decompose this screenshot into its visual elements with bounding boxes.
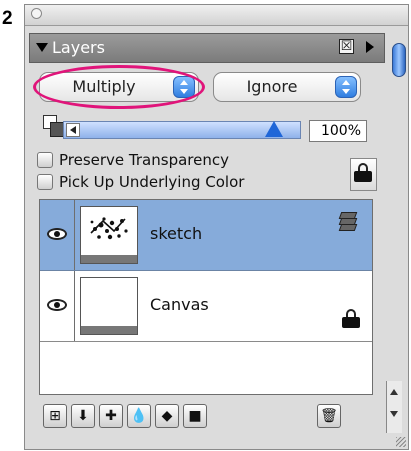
pick-up-underlying-color-label: Pick Up Underlying Color [59, 173, 245, 191]
layer-name: sketch [150, 224, 203, 243]
scroll-up-icon[interactable] [390, 389, 398, 395]
opacity-slider[interactable] [63, 121, 301, 139]
lock-icon[interactable] [350, 158, 377, 191]
visibility-cell[interactable] [40, 271, 75, 341]
layer-stack-icon [338, 212, 358, 232]
panel-menu-arrow-icon[interactable] [366, 41, 374, 53]
layers-toolbar: ⊞ ⬇ ✚ 💧 ◆ ■ 🗑 [39, 401, 373, 433]
eye-icon[interactable] [47, 299, 67, 311]
composite-mode-stepper-icon[interactable] [335, 76, 357, 98]
slider-left-arrow-icon[interactable] [66, 123, 80, 137]
layer-thumbnail [80, 206, 138, 264]
close-box-icon[interactable]: ☒ [339, 39, 354, 54]
layer-list: sketch Canvas [39, 199, 373, 395]
slider-thumb-icon[interactable] [265, 121, 283, 137]
scrollbar[interactable] [386, 381, 402, 433]
pick-up-underlying-color-checkbox[interactable] [37, 174, 53, 190]
panel-header: Layers ☒ [29, 33, 385, 63]
trash-icon[interactable]: 🗑 [317, 404, 341, 428]
layer-name: Canvas [150, 295, 209, 314]
fill-icon[interactable]: ■ [183, 404, 207, 428]
composite-mode-value: Ignore [246, 77, 298, 96]
highlight-ellipse [33, 65, 205, 109]
preserve-transparency-checkbox[interactable] [37, 152, 53, 168]
lock-icon[interactable] [342, 309, 362, 329]
layers-palette: Layers ☒ Multiply Ignore 100% Preserve T… [24, 4, 409, 450]
window-collapse-circle[interactable] [31, 8, 42, 19]
layer-options-icon[interactable]: ⊞ [43, 404, 67, 428]
disclosure-triangle-icon[interactable] [36, 43, 48, 52]
layer-row-sketch[interactable]: sketch [40, 200, 372, 271]
composite-mode-select[interactable]: Ignore [213, 72, 361, 102]
visibility-cell[interactable] [40, 200, 75, 270]
preserve-transparency-label: Preserve Transparency [59, 151, 229, 169]
drop-layer-icon[interactable]: ⬇ [71, 404, 95, 428]
layer-thumbnail [80, 277, 138, 335]
scroll-pill-icon[interactable] [392, 43, 406, 77]
layer-row-canvas[interactable]: Canvas [40, 271, 372, 342]
eye-icon[interactable] [47, 228, 67, 240]
resize-grip-icon[interactable] [396, 437, 406, 447]
opacity-input[interactable]: 100% [309, 120, 367, 142]
mask-icon[interactable]: ◆ [155, 404, 179, 428]
new-layer-icon[interactable]: ✚ [99, 404, 123, 428]
scroll-down-icon[interactable] [390, 411, 398, 417]
panel-title: Layers [52, 38, 105, 57]
window-title-bar[interactable] [25, 5, 408, 26]
step-number: 2 [2, 8, 13, 29]
water-drop-icon[interactable]: 💧 [127, 404, 151, 428]
